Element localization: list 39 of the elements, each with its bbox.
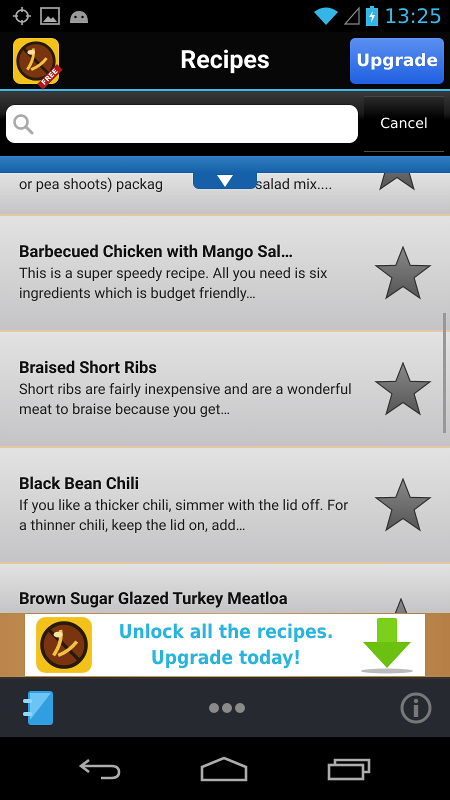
gps-icon <box>12 6 32 26</box>
home-icon[interactable] <box>200 756 248 782</box>
signal-icon <box>344 7 360 25</box>
notebook-icon[interactable] <box>22 690 54 726</box>
more-icon[interactable] <box>208 702 246 714</box>
star-icon[interactable] <box>374 478 432 532</box>
search-icon <box>12 112 34 134</box>
recipe-row[interactable]: Braised Short Ribs Short ribs are fairly inexpensive and are a wonderful meat to braise because you get… <box>0 332 450 448</box>
recent-apps-icon[interactable] <box>326 756 371 780</box>
cancel-button[interactable]: Cancel <box>364 96 444 152</box>
recipe-row[interactable]: Barbecued Chicken with Mango Sal… This is a super speedy recipe. All you need is six ingredients which is budget friendly… <box>0 216 450 332</box>
recipe-title: Brown Sugar Glazed Turkey Meatloa <box>19 590 288 609</box>
pull-down-tab[interactable] <box>193 173 257 189</box>
recipe-description: Short ribs are fairly inexpensive and are a wonderful meat to braise because you get… <box>19 380 353 420</box>
recipe-description: This is a super speedy recipe. All you need is six ingredients which is budget friendly… <box>19 264 328 304</box>
app-logo-icon <box>12 36 60 84</box>
back-icon[interactable] <box>79 756 122 780</box>
ad-headline: Upgrade today! <box>150 646 302 671</box>
star-icon[interactable] <box>374 246 432 300</box>
app-logo-icon <box>35 616 93 674</box>
recipe-description: If you like a thicker chili, simmer with the lid off. For a thinner chili, keep the lid on, add… <box>19 496 350 536</box>
recipe-row[interactable]: Black Bean Chili If you like a thicker chili, simmer with the lid off. For a thinner chili, keep the lid on, add… <box>0 448 450 564</box>
search-field[interactable] <box>6 104 358 142</box>
download-arrow-icon <box>359 616 415 674</box>
battery-icon <box>366 6 378 26</box>
screen-title: Recipes <box>180 46 270 75</box>
wifi-icon <box>314 7 338 25</box>
recipe-title: Black Bean Chili <box>19 474 140 494</box>
star-icon[interactable] <box>374 362 432 416</box>
info-icon[interactable] <box>400 692 432 724</box>
recipe-title: Braised Short Ribs <box>19 358 158 378</box>
recipe-title: Barbecued Chicken with Mango Sal… <box>19 242 294 262</box>
android-icon <box>68 9 90 23</box>
recipe-description: salad mix.... <box>254 176 332 193</box>
status-time: 13:25 <box>384 4 442 28</box>
ad-headline: Unlock all the recipes. <box>118 620 334 645</box>
upgrade-button[interactable]: Upgrade <box>350 38 444 84</box>
recipe-description: or pea shoots) packag <box>19 176 163 193</box>
image-icon <box>40 6 60 26</box>
